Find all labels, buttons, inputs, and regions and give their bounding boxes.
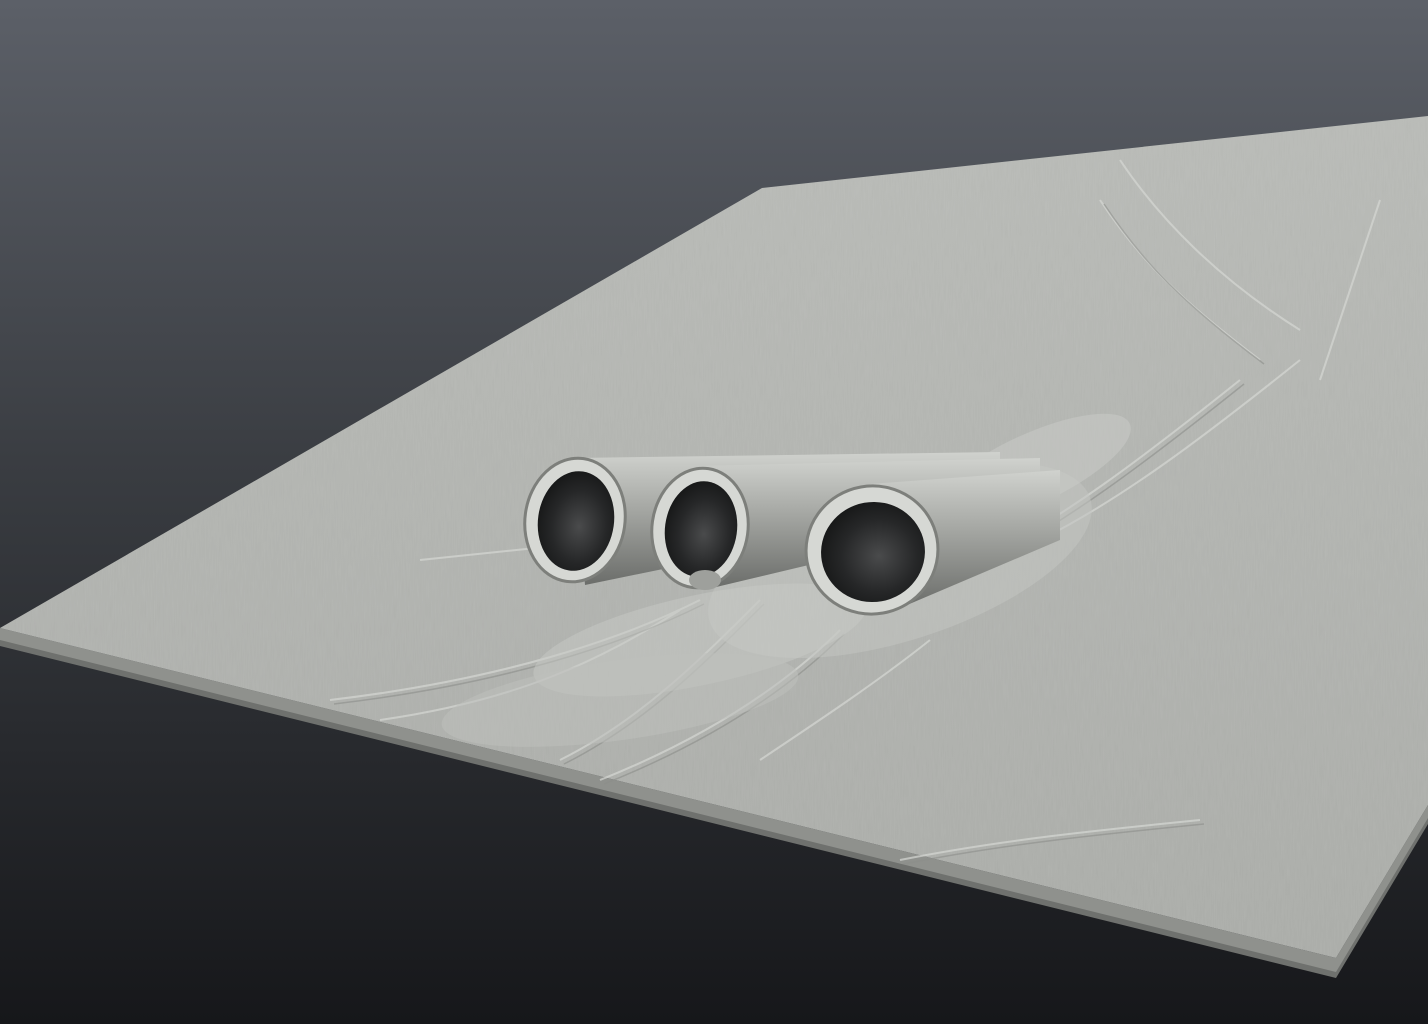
3d-viewport[interactable] (0, 0, 1428, 1024)
sculpt-scene[interactable] (0, 0, 1428, 1024)
